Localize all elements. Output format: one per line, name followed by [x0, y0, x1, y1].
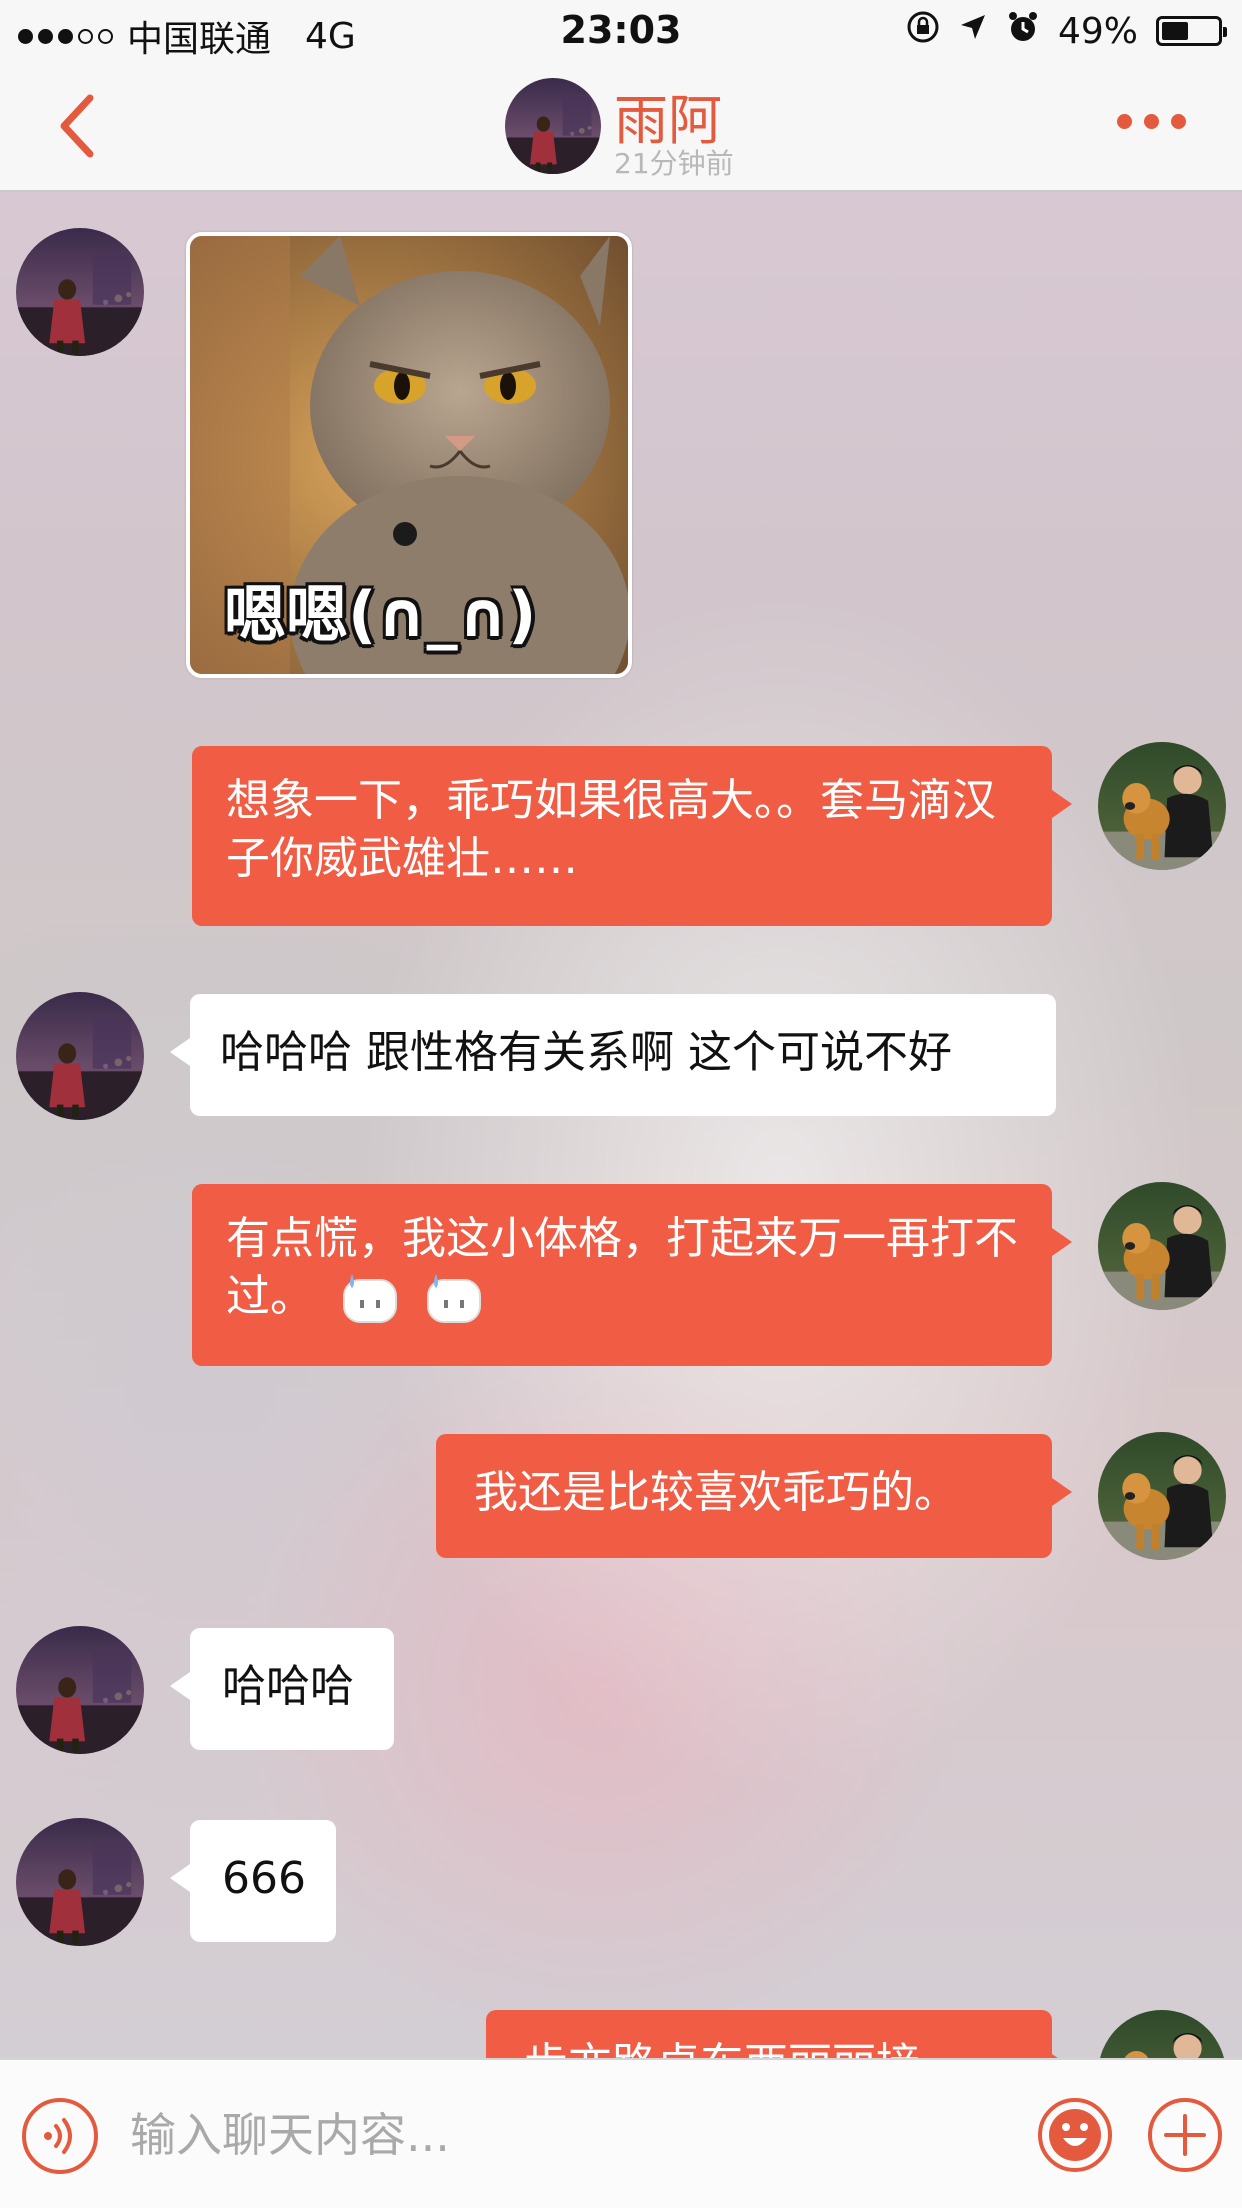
- back-button[interactable]: [50, 86, 110, 166]
- message-text: 哈哈哈 跟性格有关系啊 这个可说不好: [220, 1027, 952, 1078]
- outgoing-message-bubble[interactable]: 我还是比较喜欢乖巧的。: [436, 1434, 1072, 1558]
- last-seen-label: 21分钟前: [614, 147, 734, 180]
- plus-icon: [1148, 2098, 1222, 2172]
- more-options-button[interactable]: [1117, 114, 1186, 129]
- more-actions-button[interactable]: [1146, 2096, 1224, 2174]
- my-message-avatar[interactable]: [1098, 2010, 1226, 2058]
- message-input[interactable]: [130, 2090, 1010, 2180]
- sweat-emoji-icon: [426, 1274, 482, 1324]
- incoming-message-bubble[interactable]: 哈哈哈: [170, 1628, 394, 1750]
- contact-message-avatar[interactable]: [16, 992, 144, 1120]
- alarm-clock-icon: [1006, 10, 1040, 52]
- more-dots-icon: [1117, 114, 1132, 129]
- battery-percent: 49%: [1057, 10, 1138, 52]
- status-right: 49%: [906, 10, 1227, 52]
- my-message-avatar[interactable]: [1098, 742, 1226, 870]
- battery-icon: [1156, 16, 1227, 46]
- voice-input-button[interactable]: [20, 2096, 100, 2176]
- outgoing-message-bubble[interactable]: 步亦路卓东西丽丽接: [486, 2010, 1072, 2058]
- chevron-left-icon: [60, 94, 94, 158]
- outgoing-message-bubble[interactable]: 有点慌，我这小体格，打起来万一再打不过。: [192, 1184, 1072, 1366]
- my-message-avatar[interactable]: [1098, 1182, 1226, 1310]
- status-bar: 中国联通 4G 23:03 49%: [0, 0, 1242, 64]
- message-text: 步亦路卓东西丽丽接: [524, 2039, 920, 2058]
- contact-message-avatar[interactable]: [16, 1626, 144, 1754]
- emoji-button[interactable]: [1036, 2096, 1114, 2174]
- contact-avatar[interactable]: [505, 78, 601, 174]
- message-text: 想象一下，乖巧如果很高大。。套马滴汉子你威武雄壮……: [226, 775, 996, 884]
- emoji-icon: [1038, 2098, 1112, 2172]
- sweat-emoji-icon: [342, 1274, 398, 1324]
- message-text: 我还是比较喜欢乖巧的。: [474, 1467, 958, 1518]
- incoming-message-bubble[interactable]: 666: [170, 1820, 336, 1942]
- message-text: 666: [222, 1853, 306, 1904]
- sticker-caption: 嗯嗯(∩_∩): [224, 578, 537, 651]
- contact-message-avatar[interactable]: [16, 228, 144, 356]
- voice-icon: [22, 2098, 98, 2174]
- rotation-lock-icon: [906, 10, 940, 52]
- message-text: 哈哈哈: [222, 1661, 354, 1712]
- sticker-message[interactable]: 嗯嗯(∩_∩): [186, 232, 632, 678]
- contact-message-avatar[interactable]: [16, 1818, 144, 1946]
- incoming-message-bubble[interactable]: 哈哈哈 跟性格有关系啊 这个可说不好: [170, 994, 1056, 1116]
- chat-header: 雨阿 21分钟前: [0, 64, 1242, 192]
- location-arrow-icon: [958, 12, 988, 50]
- chat-input-bar: [0, 2058, 1242, 2208]
- outgoing-message-bubble[interactable]: 想象一下，乖巧如果很高大。。套马滴汉子你威武雄壮……: [192, 746, 1072, 926]
- message-list[interactable]: 嗯嗯(∩_∩) 想象一下，乖巧如果很高大。。套马滴汉子你威武雄壮…… 哈哈哈 跟…: [0, 192, 1242, 2058]
- my-message-avatar[interactable]: [1098, 1432, 1226, 1560]
